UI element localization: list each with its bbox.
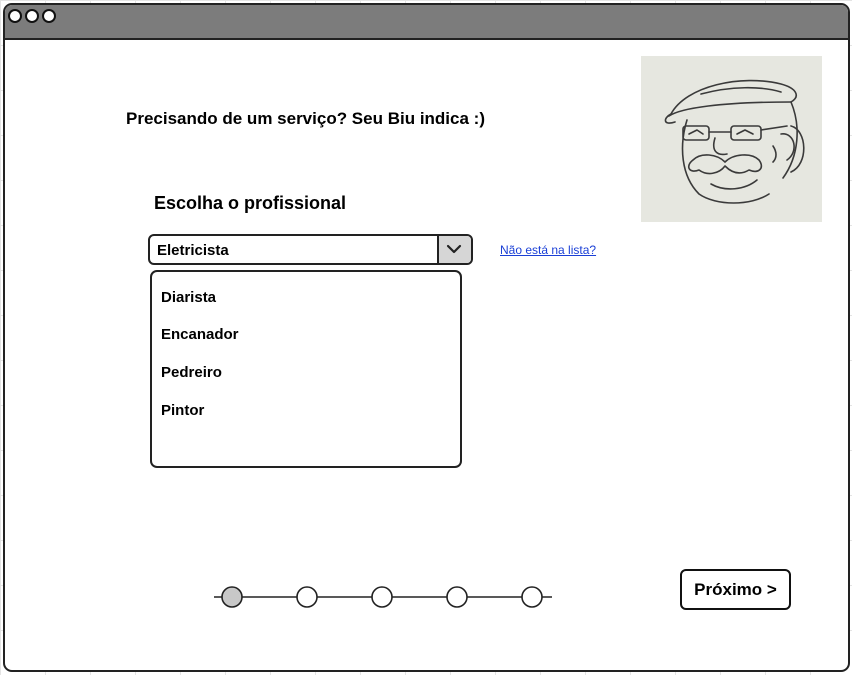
profession-select[interactable]: Eletricista — [148, 234, 473, 265]
stepper-step-4[interactable] — [446, 586, 468, 608]
dropdown-option-diarista[interactable]: Diarista — [161, 289, 216, 306]
dropdown-option-encanador[interactable]: Encanador — [161, 326, 239, 343]
profession-dropdown-list: Diarista Encanador Pedreiro Pintor — [150, 270, 462, 468]
page-canvas: Precisando de um serviço? Seu Biu indica… — [0, 0, 852, 675]
stepper-step-3[interactable] — [371, 586, 393, 608]
progress-stepper — [210, 583, 570, 611]
stepper-step-2[interactable] — [296, 586, 318, 608]
window-close-control[interactable] — [8, 9, 22, 23]
dropdown-option-pedreiro[interactable]: Pedreiro — [161, 364, 222, 381]
select-current-value: Eletricista — [157, 242, 229, 259]
window-titlebar — [5, 5, 848, 40]
browser-window: Precisando de um serviço? Seu Biu indica… — [3, 3, 850, 672]
seu-biu-sketch-icon — [641, 56, 822, 222]
window-maximize-control[interactable] — [42, 9, 56, 23]
stepper-step-5[interactable] — [521, 586, 543, 608]
section-title: Escolha o profissional — [154, 193, 347, 213]
window-minimize-control[interactable] — [25, 9, 39, 23]
dropdown-option-pintor[interactable]: Pintor — [161, 402, 204, 419]
chevron-down-icon — [446, 244, 462, 254]
next-button[interactable]: Próximo > — [680, 569, 791, 610]
select-toggle-button[interactable] — [437, 236, 471, 263]
not-listed-link[interactable]: Não está na lista? — [500, 243, 596, 257]
stepper-step-1[interactable] — [221, 586, 243, 608]
page-headline: Precisando de um serviço? Seu Biu indica… — [126, 109, 485, 128]
